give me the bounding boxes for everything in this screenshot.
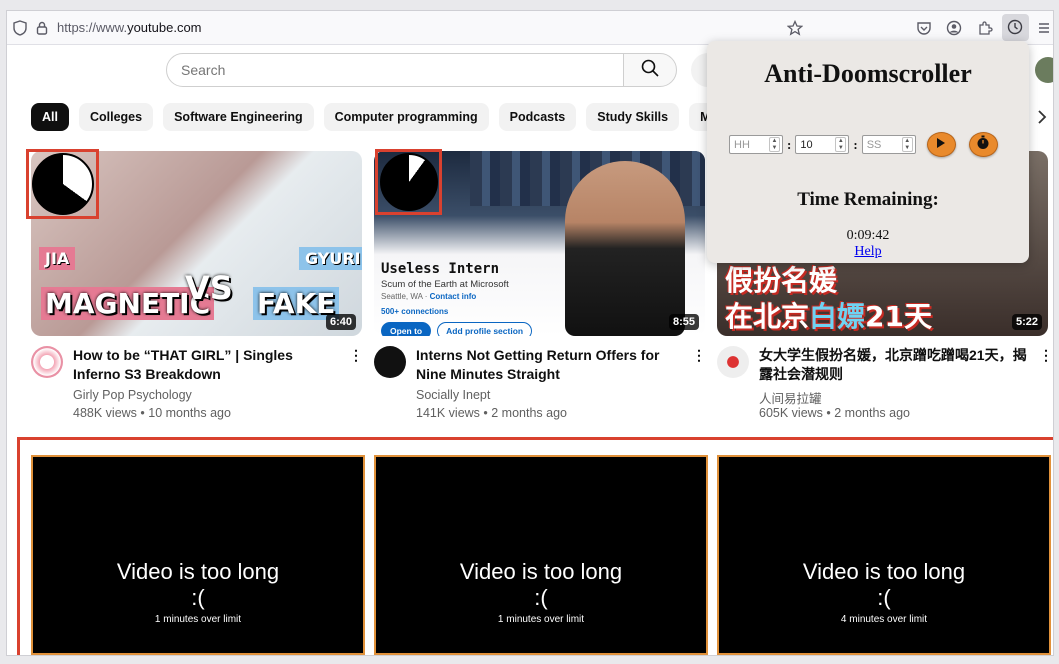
- chip-software-engineering[interactable]: Software Engineering: [163, 103, 314, 131]
- start-button[interactable]: [926, 132, 956, 157]
- blocked-video-card: Video is too long :( 1 minutes over limi…: [374, 455, 708, 655]
- address-bar[interactable]: https://www.youtube.com: [57, 20, 202, 35]
- duration-badge: 6:40: [325, 314, 356, 330]
- duration-badge: 8:55: [668, 314, 699, 330]
- profile-name: Useless Intern: [381, 261, 500, 277]
- chevron-right-icon[interactable]: [1037, 109, 1047, 130]
- timer-pie-icon: [379, 153, 438, 211]
- browser-window: https://www.youtube.com Search All Colle…: [6, 10, 1054, 656]
- blocked-over-limit: 1 minutes over limit: [154, 614, 242, 625]
- blocked-video-card: Video is too long :( 4 minutes over limi…: [717, 455, 1051, 655]
- video-title[interactable]: 女大学生假扮名媛，北京蹭吃蹭喝21天，揭露社会潜规则: [759, 346, 1033, 384]
- channel-name[interactable]: 人间易拉罐: [759, 388, 822, 407]
- search-icon: [641, 59, 659, 82]
- minutes-input[interactable]: 10 ▲ ▼: [795, 135, 850, 154]
- search-placeholder: Search: [181, 62, 226, 78]
- time-remaining-label: Time Remaining:: [797, 189, 939, 210]
- chip-computer-programming[interactable]: Computer programming: [323, 103, 489, 131]
- hours-input[interactable]: HH ▲ ▼: [729, 135, 783, 154]
- search-button[interactable]: [623, 53, 677, 87]
- video-stats: 605K views • 2 months ago: [759, 406, 910, 420]
- profile-add-section: Add profile section: [437, 322, 533, 336]
- video-stats: 141K views • 2 months ago: [416, 406, 567, 420]
- browser-toolbar: https://www.youtube.com: [7, 11, 1053, 45]
- seconds-placeholder: SS: [866, 138, 882, 151]
- blocked-face: :(: [877, 585, 891, 610]
- blocked-over-limit: 1 minutes over limit: [497, 614, 585, 625]
- url-prefix: https://www.: [57, 20, 128, 35]
- channel-name[interactable]: Girly Pop Psychology: [73, 388, 192, 402]
- clock-icon: [1006, 18, 1024, 36]
- extensions-icon[interactable]: [976, 19, 994, 37]
- search-input[interactable]: Search: [166, 53, 624, 87]
- time-remaining-value: 0:09:42: [846, 228, 890, 243]
- channel-avatar[interactable]: [717, 346, 749, 378]
- timer-pie-icon: [31, 153, 94, 215]
- thumb-text-line2: 在北京白嫖21天: [725, 300, 932, 333]
- play-icon: [936, 136, 946, 154]
- blocked-message: Video is too long: [459, 559, 623, 584]
- thumb-text-vs: VS: [185, 269, 233, 307]
- profile-buttons: Open to Add profile section: [381, 322, 581, 336]
- chip-colleges[interactable]: Colleges: [78, 103, 154, 131]
- menu-icon[interactable]: [1037, 19, 1051, 37]
- url-host: youtube.com: [127, 20, 202, 35]
- stopwatch-icon: [976, 135, 990, 155]
- channel-name[interactable]: Socially Inept: [416, 388, 490, 402]
- watch-timer-overlay: [26, 149, 99, 219]
- shield-icon[interactable]: [11, 19, 29, 37]
- anti-doomscroller-extension-button[interactable]: [1002, 14, 1029, 41]
- watch-timer-overlay: [375, 149, 442, 215]
- time-separator: :: [787, 136, 792, 152]
- chip-podcasts[interactable]: Podcasts: [498, 103, 577, 131]
- hours-placeholder: HH: [734, 138, 750, 151]
- seconds-spinner-icon[interactable]: ▲ ▼: [901, 137, 913, 152]
- popup-title: Anti-Doomscroller: [764, 59, 972, 88]
- timer-button[interactable]: [968, 132, 998, 157]
- filter-chips: All Colleges Software Engineering Comput…: [31, 103, 787, 131]
- pocket-icon[interactable]: [915, 19, 933, 37]
- timer-input-row: HH ▲ ▼ : 10 ▲ ▼ : SS ▲ ▼: [729, 132, 998, 157]
- video-title[interactable]: Interns Not Getting Return Offers for Ni…: [416, 346, 686, 384]
- channel-avatar[interactable]: [374, 346, 406, 378]
- blocked-over-limit: 4 minutes over limit: [840, 614, 928, 625]
- time-separator: :: [853, 136, 858, 152]
- bookmark-star-icon[interactable]: [786, 19, 804, 37]
- more-options-icon[interactable]: ⋮: [349, 347, 363, 364]
- seconds-input[interactable]: SS ▲ ▼: [861, 135, 916, 154]
- minutes-spinner-icon[interactable]: ▲ ▼: [835, 137, 847, 152]
- minutes-value: 10: [800, 138, 813, 151]
- thumb-tag-jia: JIA: [39, 247, 76, 270]
- hours-spinner-icon[interactable]: ▲ ▼: [769, 137, 780, 152]
- thumb-text-line1: 假扮名媛: [725, 264, 838, 297]
- blocked-message: Video is too long: [802, 559, 966, 584]
- lock-icon[interactable]: [33, 19, 51, 37]
- profile-headline: Scum of the Earth at Microsoft: [381, 279, 509, 290]
- duration-badge: 5:22: [1011, 314, 1042, 330]
- channel-avatar[interactable]: [31, 346, 63, 378]
- more-options-icon[interactable]: ⋮: [692, 347, 706, 364]
- help-link[interactable]: Help: [707, 244, 1029, 260]
- profile-connections: 500+ connections: [381, 307, 449, 316]
- anti-doomscroller-popup: Anti-Doomscroller HH ▲ ▼ : 10 ▲ ▼ : SS ▲ ▼: [707, 41, 1029, 263]
- chip-study-skills[interactable]: Study Skills: [586, 103, 680, 131]
- chip-all[interactable]: All: [31, 103, 69, 131]
- blocked-video-card: Video is too long :( 1 minutes over limi…: [31, 455, 365, 655]
- account-icon[interactable]: [945, 19, 963, 37]
- person-image: [565, 161, 685, 336]
- profile-open-to: Open to: [381, 322, 432, 336]
- blocked-face: :(: [534, 585, 548, 610]
- blocked-face: :(: [191, 585, 205, 610]
- blocked-message: Video is too long: [116, 559, 280, 584]
- profile-location: Seattle, WA · Contact info: [381, 292, 477, 301]
- video-stats: 488K views • 10 months ago: [73, 406, 231, 420]
- thumb-tag-gyuri: GYURI: [299, 247, 362, 270]
- video-title[interactable]: How to be “THAT GIRL” | Singles Inferno …: [73, 346, 343, 384]
- profile-card-image: Useless Intern Scum of the Earth at Micr…: [381, 261, 581, 336]
- more-options-icon[interactable]: ⋮: [1039, 347, 1053, 364]
- user-avatar[interactable]: [1035, 57, 1053, 83]
